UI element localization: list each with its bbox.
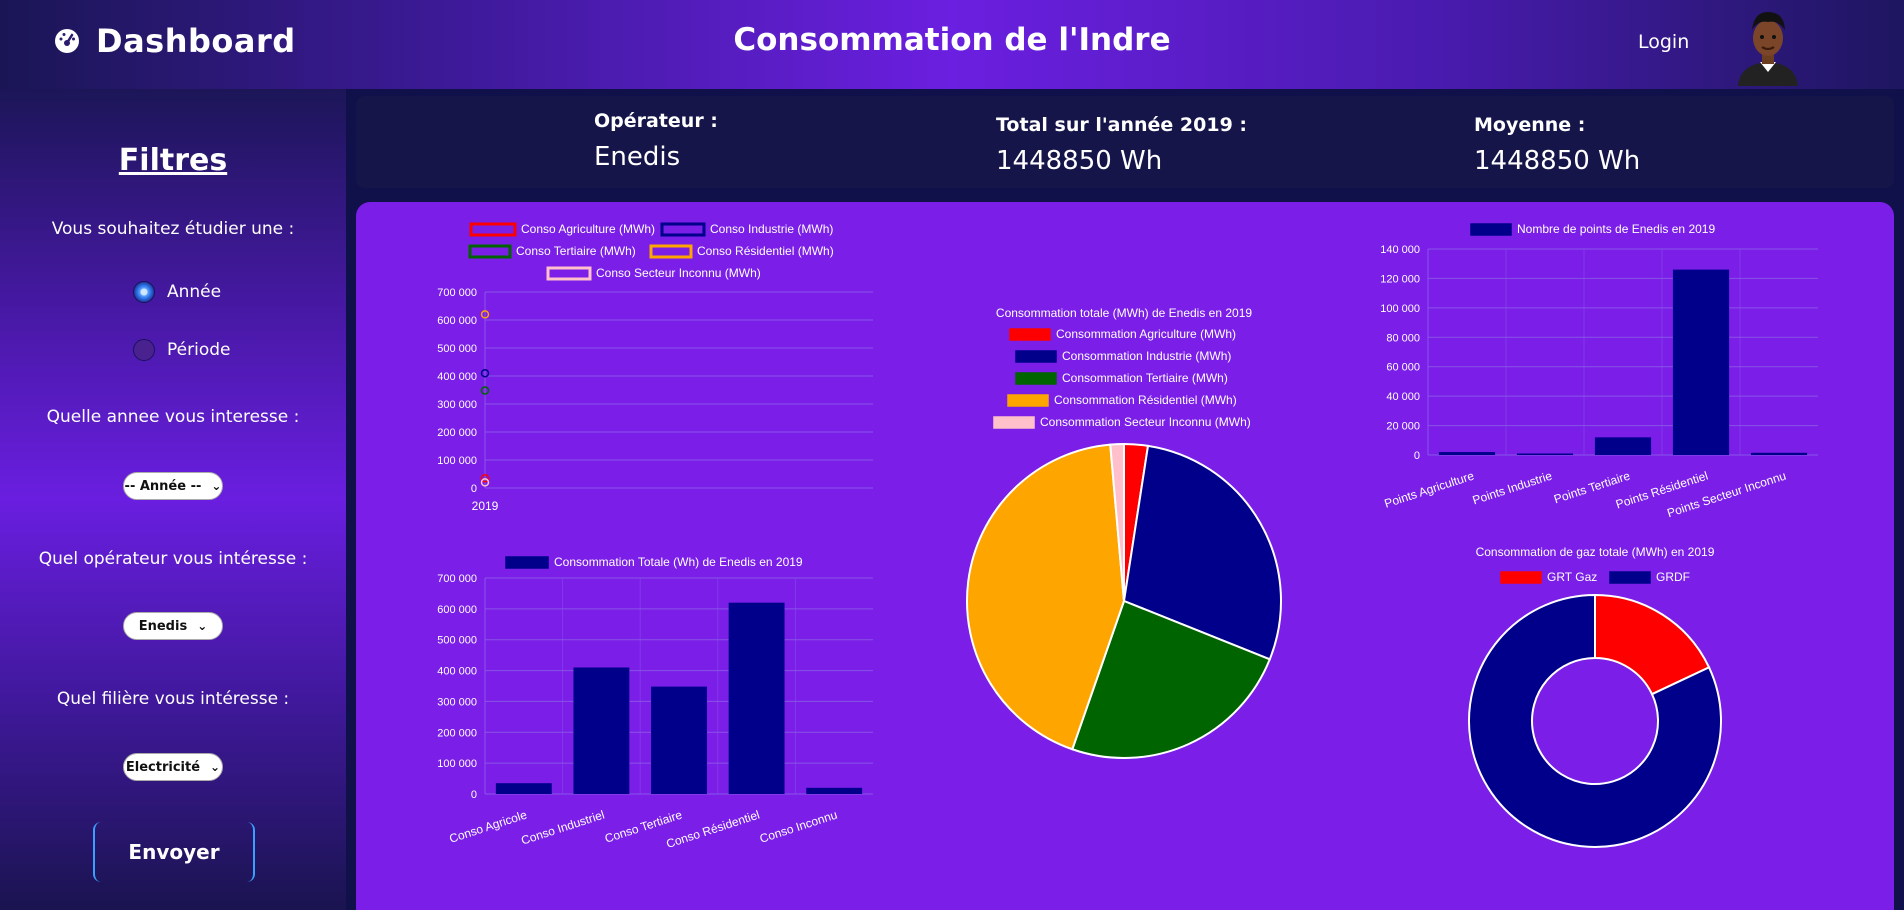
- total-info: Total sur l'année 2019 : 1448850 Wh: [996, 114, 1247, 176]
- year-question: Quelle annee vous interesse :: [46, 407, 300, 427]
- submit-button[interactable]: Envoyer: [93, 822, 255, 882]
- radio-button-period[interactable]: [133, 339, 155, 361]
- mean-label: Moyenne :: [1474, 114, 1586, 136]
- study-type-question: Vous souhaitez étudier une :: [51, 219, 295, 239]
- chevron-down-icon: ⌄: [210, 760, 221, 774]
- sector-select[interactable]: Electricité ⌄: [123, 753, 223, 781]
- radio-year-label: Année: [167, 282, 222, 302]
- top-bar: Dashboard Consommation de l'Indre Login: [0, 0, 1904, 89]
- charts-panel: [356, 202, 1894, 910]
- filters-sidebar: Filtres Vous souhaitez étudier une : Ann…: [0, 89, 346, 910]
- page-title: Consommation de l'Indre: [733, 22, 1171, 58]
- total-value: 1448850 Wh: [996, 146, 1163, 176]
- mean-value: 1448850 Wh: [1474, 146, 1641, 176]
- operator-select[interactable]: Enedis ⌄: [123, 612, 223, 640]
- total-label: Total sur l'année 2019 :: [996, 114, 1248, 136]
- filters-title: Filtres: [118, 143, 228, 178]
- login-link[interactable]: Login: [1638, 31, 1689, 53]
- operator-label: Opérateur :: [594, 110, 718, 132]
- operator-info: Opérateur : Enedis: [594, 110, 718, 172]
- operator-select-value: Enedis: [138, 618, 188, 634]
- radio-button-year[interactable]: [133, 281, 155, 303]
- sector-question: Quel filière vous intéresse :: [56, 689, 290, 709]
- operator-question: Quel opérateur vous intéresse :: [38, 549, 308, 569]
- radio-year[interactable]: Année: [133, 281, 221, 303]
- year-select-value: -- Année --: [124, 478, 202, 494]
- sector-select-value: Electricité: [125, 759, 201, 775]
- operator-value: Enedis: [594, 142, 681, 172]
- year-select[interactable]: -- Année -- ⌄: [123, 472, 223, 500]
- radio-period-label: Période: [167, 340, 231, 360]
- chevron-down-icon: ⌄: [211, 479, 222, 493]
- mean-info: Moyenne : 1448850 Wh: [1474, 114, 1640, 176]
- radio-period[interactable]: Période: [133, 339, 230, 361]
- user-avatar[interactable]: [1730, 6, 1806, 86]
- info-bar: Opérateur : Enedis Total sur l'année 201…: [356, 96, 1894, 188]
- chevron-down-icon: ⌄: [197, 619, 208, 633]
